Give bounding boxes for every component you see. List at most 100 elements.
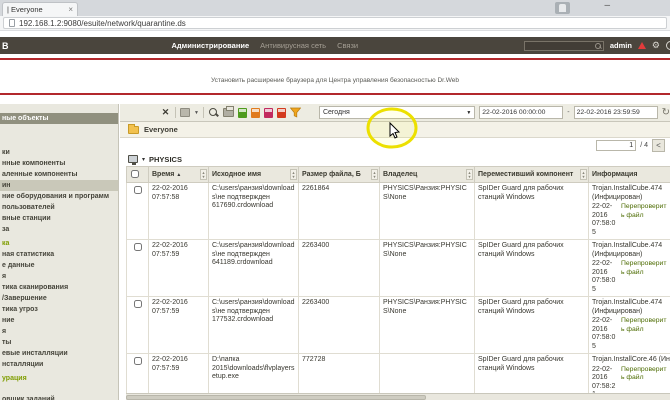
table-row: 22-02-2016 07:57:59C:\users\ранзия\downl…	[127, 297, 670, 354]
user-menu[interactable]: admin	[610, 41, 632, 50]
power-icon[interactable]	[666, 41, 670, 50]
sidebar-item[interactable]: я	[0, 326, 118, 337]
collapse-caret-icon[interactable]: ▾	[142, 156, 145, 163]
export-csv-icon[interactable]	[238, 108, 247, 118]
page-number-input[interactable]	[596, 140, 636, 151]
recheck-file-link[interactable]: Перепроверить файл	[621, 317, 667, 351]
sidebar-item[interactable]: за	[0, 224, 118, 235]
component-cell: SpIDer Guard для рабочих станций Windows	[475, 183, 589, 240]
column-header[interactable]: Время▲▴▾	[149, 167, 209, 183]
tab-title: | Everyone	[7, 5, 68, 14]
nav-item-Администрирование[interactable]: Администрирование	[172, 41, 250, 50]
threat-name: Trojan.InstallCube.474	[592, 185, 670, 194]
sidebar-item[interactable]: ние оборудования и программ	[0, 191, 118, 202]
browser-tab-bar: | Everyone × –	[0, 0, 670, 16]
component-cell: SpIDer Guard для рабочих станций Windows	[475, 354, 589, 394]
period-select[interactable]: Сегодня ▼	[319, 106, 475, 119]
sidebar-item[interactable]: нсталляции	[0, 359, 118, 370]
address-input[interactable]: 192.168.1.2:9080/esuite/network/quaranti…	[3, 17, 667, 29]
row-select-cell	[127, 354, 149, 394]
sidebar-item[interactable]: е данные	[0, 260, 118, 271]
pagination: / 4 <	[120, 138, 670, 152]
column-header[interactable]: Переместивший компонент▴▾	[475, 167, 589, 183]
column-header[interactable]: Размер файла, Б▴▾	[299, 167, 380, 183]
row-checkbox[interactable]	[134, 300, 142, 308]
column-header[interactable]: Владелец▴▾	[380, 167, 475, 183]
sidebar-item[interactable]: /Завершение	[0, 293, 118, 304]
sort-spinner-icon[interactable]: ▴▾	[371, 169, 378, 180]
search-input[interactable]	[524, 41, 604, 51]
sidebar-item[interactable]: пользователей	[0, 202, 118, 213]
info-actions: 22-02-2016 07:58:05Перепроверить файлУ	[592, 317, 670, 351]
column-label: Время	[152, 171, 174, 178]
column-header[interactable]: Информация▴▾	[589, 167, 670, 183]
sidebar-item[interactable]: нные компоненты	[0, 158, 118, 169]
recheck-file-link[interactable]: Перепроверить файл	[621, 260, 667, 294]
sidebar-item[interactable]: тика угроз	[0, 304, 118, 315]
print-icon[interactable]	[223, 108, 234, 117]
close-icon[interactable]: ×	[68, 6, 73, 14]
sort-spinner-icon[interactable]: ▴▾	[200, 169, 207, 180]
search-icon	[595, 43, 601, 49]
folder-icon	[128, 126, 139, 134]
owner-cell: PHYSICS\Ранзия:PHYSICS\None	[380, 297, 475, 354]
date-from-input[interactable]	[479, 106, 563, 119]
breadcrumb-label[interactable]: Everyone	[144, 125, 178, 134]
select-all-checkbox[interactable]	[131, 170, 139, 178]
browser-tab[interactable]: | Everyone ×	[2, 2, 78, 16]
recheck-file-link[interactable]: Перепроверить файл	[621, 366, 667, 394]
filter-icon[interactable]	[290, 107, 301, 118]
row-checkbox[interactable]	[134, 357, 142, 365]
row-checkbox[interactable]	[134, 243, 142, 251]
url-text: 192.168.1.2:9080/esuite/network/quaranti…	[19, 19, 186, 28]
owner-cell: PHYSICS\Ранзия:PHYSICS\None	[380, 183, 475, 240]
row-checkbox[interactable]	[134, 186, 142, 194]
delete-objects-icon[interactable]: ✕	[160, 107, 171, 118]
sidebar-item[interactable]: евые инсталляции	[0, 348, 118, 359]
rescan-icon[interactable]	[208, 107, 219, 118]
profile-icon[interactable]	[555, 2, 570, 14]
main-pane: ✕ ▼ Сегодня ▼ - ↻ Everyone	[120, 104, 670, 400]
sidebar-item[interactable]: вные станции	[0, 213, 118, 224]
prev-page-button[interactable]: <	[652, 139, 665, 152]
nav-item-Антивирусная сеть[interactable]: Антивирусная сеть	[260, 41, 326, 50]
sidebar-item[interactable]: ная статистика	[0, 249, 118, 260]
sort-spinner-icon[interactable]: ▴▾	[580, 169, 587, 180]
sidebar-item[interactable]: ты	[0, 337, 118, 348]
export-xml-icon[interactable]	[264, 108, 273, 118]
threat-name: Trojan.InstallCube.474	[592, 299, 670, 308]
sort-spinner-icon[interactable]: ▴▾	[290, 169, 297, 180]
sidebar-item[interactable]: ки	[0, 147, 118, 158]
url-bar: 192.168.1.2:9080/esuite/network/quaranti…	[0, 16, 670, 31]
minimize-button[interactable]: –	[604, 0, 610, 11]
plugin-banner-text[interactable]: Установить расширение браузера для Центр…	[211, 77, 459, 84]
sort-spinner-icon[interactable]: ▴▾	[466, 169, 473, 180]
alert-triangle-icon[interactable]	[638, 42, 646, 49]
chevron-down-icon: ▼	[466, 110, 471, 116]
sidebar-item[interactable]: я	[0, 271, 118, 282]
restore-icon[interactable]	[180, 108, 190, 117]
sidebar-item[interactable]: аленные компоненты	[0, 169, 118, 180]
refresh-icon[interactable]: ↻	[662, 108, 670, 118]
sidebar-item[interactable]: тика сканирования	[0, 282, 118, 293]
threat-status: (Инфицирован)	[592, 308, 670, 317]
recheck-file-link[interactable]: Перепроверить файл	[621, 203, 667, 237]
nav-item-Связи[interactable]: Связи	[337, 41, 358, 50]
scrollbar-thumb[interactable]	[126, 395, 426, 400]
horizontal-scrollbar[interactable]	[126, 393, 670, 400]
sidebar-item[interactable]: овщик заданий	[0, 394, 118, 400]
column-label: Исходное имя	[212, 171, 261, 178]
size-cell: 2263400	[299, 297, 380, 354]
sidebar-item[interactable]: ин	[0, 180, 118, 191]
station-group-header[interactable]: ▾ PHYSICS	[120, 152, 670, 166]
date-range-separator: -	[567, 109, 569, 116]
export-html-icon[interactable]	[251, 108, 260, 118]
dropdown-caret-icon[interactable]: ▼	[194, 110, 199, 116]
sidebar-item[interactable]: ние	[0, 315, 118, 326]
export-pdf-icon[interactable]	[277, 108, 286, 118]
column-header[interactable]: Исходное имя ▴▾	[209, 167, 299, 183]
drweb-logo: В	[2, 41, 9, 51]
time-cell: 22-02-2016 07:57:59	[149, 240, 209, 297]
gear-icon[interactable]: ⚙	[652, 41, 660, 50]
date-to-input[interactable]	[574, 106, 658, 119]
